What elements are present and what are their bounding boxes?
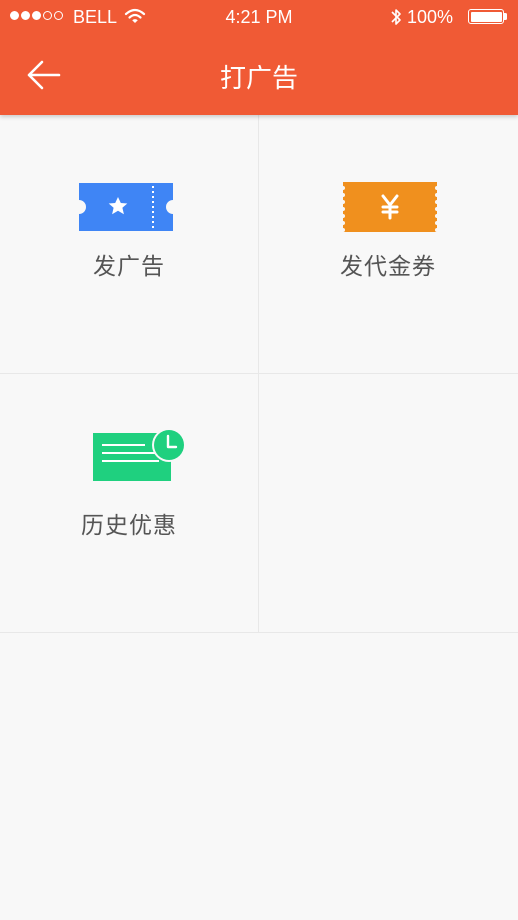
- feature-grid: 发广告 发代金券 历史优惠: [0, 115, 518, 633]
- grid-item-label: 发广告: [93, 254, 165, 280]
- page-title: 打广告: [219, 64, 298, 94]
- grid-item-label: 历史优惠: [81, 513, 177, 539]
- grid-item-empty: [259, 374, 517, 632]
- bluetooth-icon: [389, 6, 403, 33]
- app-header: BELL 4:21 PM 100% 打广告: [0, 0, 518, 115]
- grid-divider-horizontal: [0, 373, 518, 374]
- status-bar: BELL 4:21 PM 100%: [0, 0, 518, 34]
- grid-item-label: 发代金券: [340, 254, 436, 280]
- history-message-icon: [93, 428, 186, 481]
- grid-divider-vertical: [258, 115, 259, 633]
- battery-icon: [468, 9, 504, 24]
- nav-bar: 打广告: [0, 34, 518, 115]
- ticket-star-icon: [79, 183, 173, 231]
- battery-tip: [504, 13, 507, 20]
- grid-item-issue-coupon[interactable]: 发代金券: [259, 115, 517, 373]
- grid-divider-bottom: [0, 632, 518, 633]
- coupon-yen-icon: [343, 182, 437, 232]
- battery-percentage: 100%: [407, 7, 454, 27]
- grid-item-post-ad[interactable]: 发广告: [0, 115, 258, 373]
- grid-item-history-offers[interactable]: 历史优惠: [0, 374, 258, 632]
